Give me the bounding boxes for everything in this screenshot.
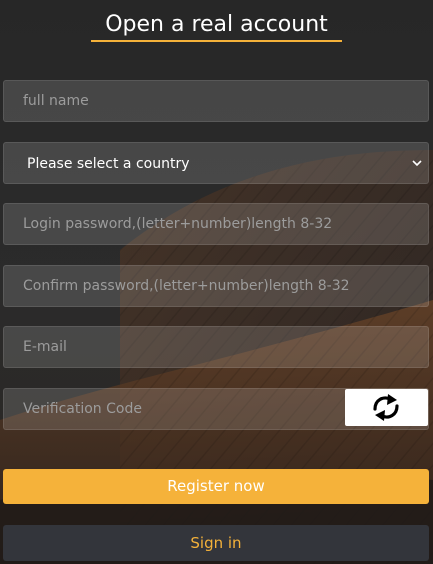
chevron-down-icon — [412, 160, 422, 167]
sign-in-button[interactable]: Sign in — [3, 525, 429, 561]
full-name-field[interactable] — [3, 80, 429, 122]
title-wrapper: Open a real account — [0, 10, 433, 42]
confirm-password-input[interactable] — [4, 266, 428, 306]
page-title: Open a real account — [91, 10, 342, 42]
email-input[interactable] — [4, 327, 428, 367]
full-name-input[interactable] — [4, 81, 428, 121]
country-select-value: Please select a country — [27, 156, 190, 172]
email-field[interactable] — [3, 326, 429, 368]
confirm-password-field[interactable] — [3, 265, 429, 307]
captcha-refresh-button[interactable] — [345, 389, 428, 426]
registration-page: Open a real account Please select a coun… — [0, 0, 433, 564]
login-password-input[interactable] — [4, 204, 428, 244]
register-now-button[interactable]: Register now — [3, 469, 429, 504]
country-select[interactable]: Please select a country — [3, 142, 429, 184]
login-password-field[interactable] — [3, 203, 429, 245]
refresh-arrows-icon — [373, 394, 399, 421]
